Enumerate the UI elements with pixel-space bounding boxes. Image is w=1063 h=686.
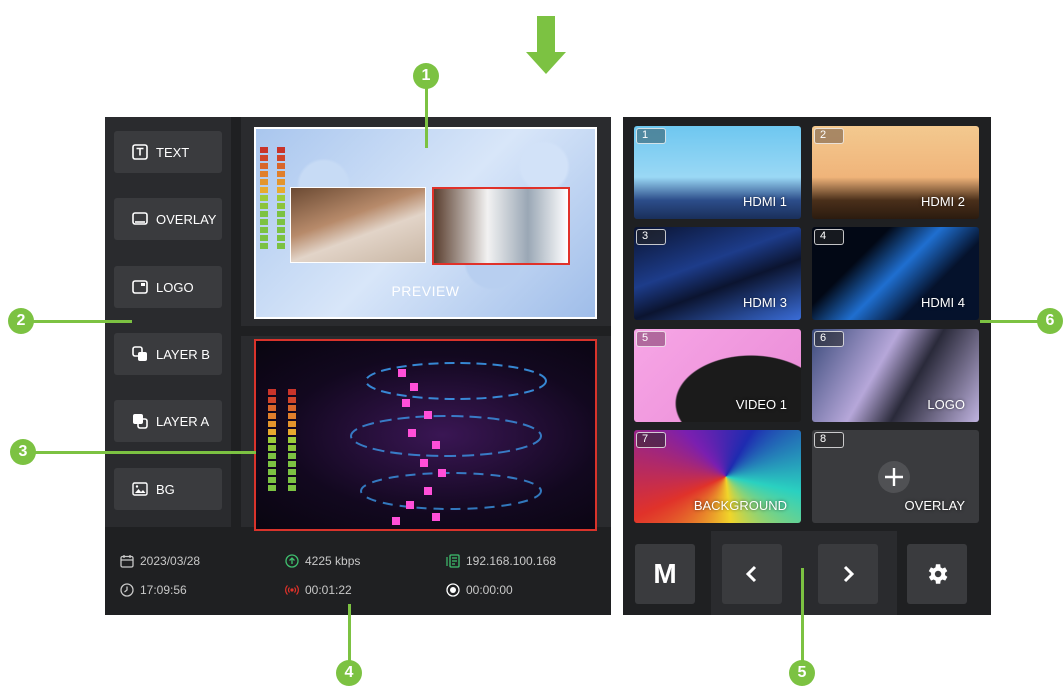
callout-5: 5 xyxy=(789,660,815,686)
bitrate-status: 4225 kbps xyxy=(285,554,360,568)
sidebar-item-label: LAYER B xyxy=(156,346,210,362)
record-status: 00:00:00 xyxy=(446,583,513,597)
source-tile-hdmi-4[interactable]: 4 HDMI 4 xyxy=(812,227,979,320)
source-tile-hdmi-3[interactable]: 3 HDMI 3 xyxy=(634,227,801,320)
source-tile-hdmi-1[interactable]: 1 HDMI 1 xyxy=(634,126,801,219)
layer-a-icon xyxy=(133,414,148,429)
callout-2: 2 xyxy=(8,308,34,334)
text-icon xyxy=(132,144,148,160)
record-icon xyxy=(446,583,460,597)
callout-1-line xyxy=(425,88,428,148)
callout-4-line xyxy=(348,604,351,662)
source-number: 8 xyxy=(814,432,844,448)
source-label: HDMI 2 xyxy=(920,194,965,209)
sidebar-item-overlay[interactable]: OVERLAY xyxy=(114,198,222,240)
layer-b-icon xyxy=(132,346,147,361)
source-tile-overlay[interactable]: 8 OVERLAY xyxy=(812,430,979,523)
source-number: 7 xyxy=(636,432,666,448)
audio-meter-left xyxy=(260,147,268,249)
source-number: 4 xyxy=(814,229,844,245)
time-value: 17:09:56 xyxy=(140,583,187,597)
sidebar-item-label: TEXT xyxy=(156,144,190,160)
next-page-button[interactable] xyxy=(818,544,878,604)
source-tile-video-1[interactable]: 5 VIDEO 1 xyxy=(634,329,801,422)
image-icon xyxy=(132,482,148,496)
audio-meter-right xyxy=(288,389,296,491)
source-label: BACKGROUND xyxy=(693,498,787,513)
program-window[interactable] xyxy=(254,339,597,531)
network-icon xyxy=(446,554,460,568)
preview-layer-a-image xyxy=(290,187,426,263)
sidebar-item-label: LOGO xyxy=(156,279,194,295)
down-arrow-stem xyxy=(537,16,555,54)
mode-m-button[interactable]: M xyxy=(635,544,695,604)
source-tile-hdmi-2[interactable]: 2 HDMI 2 xyxy=(812,126,979,219)
audio-meter-left xyxy=(268,389,276,491)
callout-5-line xyxy=(801,568,804,662)
sidebar-item-layer-a[interactable]: LAYER A xyxy=(114,400,222,442)
audio-meter-right xyxy=(277,147,285,249)
chevron-left-icon xyxy=(745,565,757,583)
source-number: 2 xyxy=(814,128,844,144)
source-label: HDMI 3 xyxy=(742,295,787,310)
source-tile-background[interactable]: 7 BACKGROUND xyxy=(634,430,801,523)
source-label: LOGO xyxy=(927,397,965,412)
callout-6: 6 xyxy=(1037,308,1063,334)
down-arrow-icon xyxy=(526,52,566,74)
sidebar-item-bg[interactable]: BG xyxy=(114,468,222,510)
date-status: 2023/03/28 xyxy=(120,554,200,568)
callout-1: 1 xyxy=(413,63,439,89)
callout-2-line xyxy=(32,320,132,323)
preview-layer-b-image xyxy=(432,187,570,265)
previous-page-button[interactable] xyxy=(722,544,782,604)
ip-status: 192.168.100.168 xyxy=(446,554,556,568)
settings-button[interactable] xyxy=(907,544,967,604)
callout-6-line xyxy=(980,320,1040,323)
overlay-icon xyxy=(132,212,148,225)
source-number: 3 xyxy=(636,229,666,245)
live-duration-value: 00:01:22 xyxy=(305,583,352,597)
source-label: HDMI 1 xyxy=(742,194,787,209)
callout-4: 4 xyxy=(336,660,362,686)
source-label: OVERLAY xyxy=(904,498,965,513)
sidebar-item-label: LAYER A xyxy=(156,413,210,429)
sidebar-item-label: OVERLAY xyxy=(156,211,217,227)
add-icon[interactable] xyxy=(877,460,911,494)
gear-icon xyxy=(928,564,948,584)
live-status: 00:01:22 xyxy=(285,583,352,597)
callout-3-line xyxy=(34,451,256,454)
calendar-icon xyxy=(120,555,134,568)
clock-icon xyxy=(120,583,134,597)
program-neon-graphic xyxy=(350,362,547,525)
sidebar-item-logo[interactable]: LOGO xyxy=(114,266,222,308)
source-label: VIDEO 1 xyxy=(735,397,787,412)
source-label: HDMI 4 xyxy=(920,295,965,310)
time-status: 17:09:56 xyxy=(120,583,187,597)
chevron-right-icon xyxy=(843,565,855,583)
sidebar-item-label: BG xyxy=(156,481,175,497)
preview-label: PREVIEW xyxy=(391,283,460,299)
source-tile-logo[interactable]: 6 LOGO xyxy=(812,329,979,422)
source-number: 6 xyxy=(814,331,844,347)
date-value: 2023/03/28 xyxy=(140,554,201,568)
bitrate-value: 4225 kbps xyxy=(305,554,361,568)
preview-window[interactable]: PREVIEW xyxy=(254,127,597,319)
record-duration-value: 00:00:00 xyxy=(466,583,513,597)
source-number: 1 xyxy=(636,128,666,144)
upload-icon xyxy=(285,554,299,568)
sidebar-gap xyxy=(231,326,241,527)
live-broadcast-icon xyxy=(285,585,299,595)
sidebar-item-text[interactable]: TEXT xyxy=(114,131,222,173)
callout-3: 3 xyxy=(10,439,36,465)
source-number: 5 xyxy=(636,331,666,347)
sidebar-item-layer-b[interactable]: LAYER B xyxy=(114,333,222,375)
logo-icon xyxy=(132,280,148,294)
ip-value: 192.168.100.168 xyxy=(466,554,557,568)
